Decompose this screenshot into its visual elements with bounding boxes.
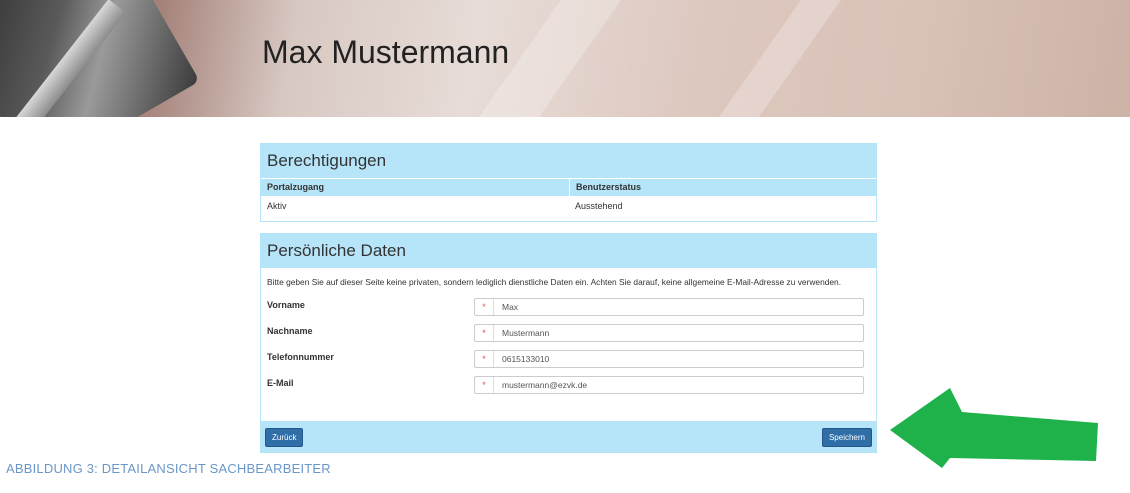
last-name-label: Nachname [267,326,313,336]
green-arrow-icon [890,388,1098,468]
form-row-phone: Telefonnummer * 0615133010 [261,348,876,374]
required-asterisk-icon: * [475,351,494,367]
phone-label: Telefonnummer [267,352,334,362]
permissions-panel: Berechtigungen Portalzugang Benutzerstat… [260,143,877,222]
figure-caption: ABBILDUNG 3: DETAILANSICHT SACHBEARBEITE… [6,461,331,476]
first-name-field[interactable]: * Max [474,298,864,316]
back-button[interactable]: Zurück [265,428,304,447]
portal-access-value: Aktiv [267,201,287,211]
personal-data-title: Persönliche Daten [267,241,406,260]
form-footer: Zurück Speichern [261,421,876,452]
first-name-label: Vorname [267,300,305,310]
email-label: E-Mail [267,378,294,388]
header-banner: Max Mustermann [0,0,1130,117]
phone-value: 0615133010 [502,354,550,364]
required-asterisk-icon: * [475,325,494,341]
user-status-value: Ausstehend [575,201,623,211]
form-row-last-name: Nachname * Mustermann [261,322,876,348]
first-name-value: Max [502,302,519,312]
save-button[interactable]: Speichern [821,428,872,447]
page-title: Max Mustermann [262,34,510,70]
column-header-user-status: Benutzerstatus [569,178,876,196]
email-value: mustermann@ezvk.de [502,380,588,390]
required-asterisk-icon: * [475,299,494,315]
privacy-note: Bitte geben Sie auf dieser Seite keine p… [267,277,842,287]
last-name-value: Mustermann [502,328,550,338]
column-header-portal-access: Portalzugang [261,178,569,196]
permissions-header: Berechtigungen [261,144,876,178]
email-field[interactable]: * mustermann@ezvk.de [474,376,864,394]
permissions-table: Portalzugang Benutzerstatus Aktiv Ausste… [261,178,876,216]
form-row-first-name: Vorname * Max [261,296,876,322]
personal-data-header: Persönliche Daten [261,234,876,268]
form-row-email: E-Mail * mustermann@ezvk.de [261,374,876,400]
personal-data-panel: Persönliche Daten Bitte geben Sie auf di… [260,233,877,453]
phone-field[interactable]: * 0615133010 [474,350,864,368]
permissions-title: Berechtigungen [267,151,387,170]
required-asterisk-icon: * [475,377,494,393]
last-name-field[interactable]: * Mustermann [474,324,864,342]
banner-light-streak [719,0,841,117]
